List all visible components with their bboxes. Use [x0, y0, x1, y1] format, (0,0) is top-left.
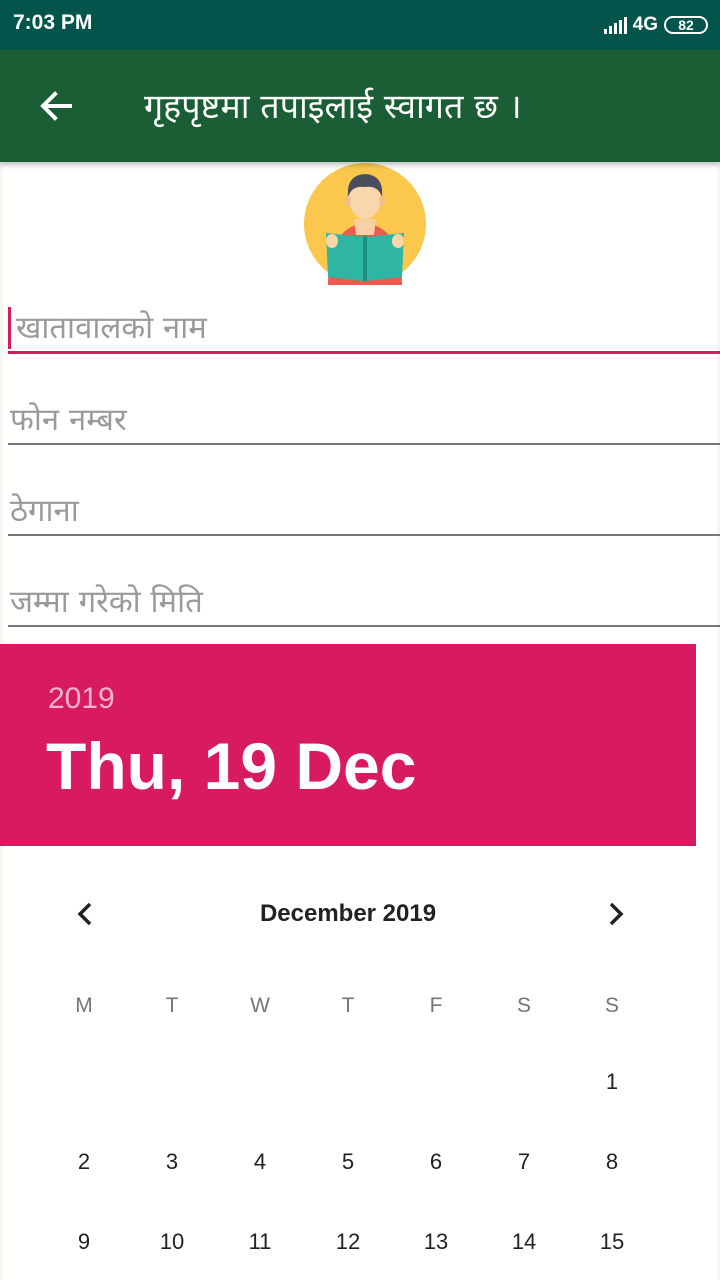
network-type: 4G	[632, 14, 658, 35]
weekday-label: M	[75, 994, 93, 1017]
calendar-day[interactable]: 13	[392, 1229, 480, 1255]
status-bar: 7:03 PM 4G 82	[0, 0, 720, 50]
year-label[interactable]: 2019	[48, 682, 115, 716]
battery-level: 82	[678, 17, 694, 33]
calendar-day[interactable]: 3	[128, 1149, 216, 1175]
calendar-day[interactable]: 2	[40, 1149, 128, 1175]
calendar-day[interactable]: 11	[216, 1229, 304, 1255]
chevron-right-icon	[609, 902, 624, 926]
status-time: 7:03 PM	[13, 11, 93, 34]
text-cursor	[8, 307, 11, 349]
address-input[interactable]	[8, 488, 720, 534]
content-area: 2019 Thu, 19 Dec December 2019 M T W T F…	[0, 162, 720, 1280]
calendar-day[interactable]: 10	[128, 1229, 216, 1255]
phone-number-field[interactable]	[8, 397, 720, 445]
phone-number-input[interactable]	[8, 397, 720, 443]
account-holder-name-input[interactable]	[8, 305, 720, 351]
weekday-label: T	[165, 994, 179, 1017]
form-card: 2019 Thu, 19 Dec December 2019 M T W T F…	[0, 162, 720, 1280]
arrow-back-icon	[40, 91, 72, 121]
calendar-day[interactable]: 7	[480, 1149, 568, 1175]
back-button[interactable]	[36, 86, 76, 126]
calendar-day[interactable]: 1	[568, 1069, 656, 1095]
selected-date-label: Thu, 19 Dec	[46, 729, 417, 803]
calendar-day[interactable]: 6	[392, 1149, 480, 1175]
weekday-label: T	[341, 994, 355, 1017]
status-icons: 4G 82	[603, 12, 708, 38]
calendar-day[interactable]: 15	[568, 1229, 656, 1255]
account-holder-name-field[interactable]	[8, 305, 720, 354]
month-label: December 2019	[259, 900, 437, 927]
calendar-day[interactable]: 14	[480, 1229, 568, 1255]
calendar-day[interactable]: 12	[304, 1229, 392, 1255]
weekday-label: S	[516, 994, 531, 1017]
calendar-day[interactable]: 5	[304, 1149, 392, 1175]
calendar-day[interactable]: 8	[568, 1149, 656, 1175]
weekday-label: F	[429, 994, 443, 1017]
deposit-date-field[interactable]	[8, 579, 720, 627]
calendar-day[interactable]: 9	[40, 1229, 128, 1255]
calendar-navigation: December 2019	[0, 882, 696, 946]
signal-icon	[603, 16, 627, 34]
address-field[interactable]	[8, 488, 720, 536]
weekday-label: W	[250, 994, 270, 1017]
next-month-button[interactable]	[595, 894, 635, 934]
page-title: गृहपृष्टमा तपाइलाई स्वागत छ ।	[144, 87, 522, 127]
weekday-label: S	[604, 994, 619, 1017]
deposit-date-input[interactable]	[8, 579, 720, 625]
battery-icon: 82	[664, 16, 708, 34]
calendar-day[interactable]: 4	[216, 1149, 304, 1175]
app-bar: गृहपृष्टमा तपाइलाई स्वागत छ ।	[0, 50, 720, 162]
reader-avatar-icon	[304, 163, 426, 285]
date-picker-header: 2019 Thu, 19 Dec	[0, 644, 696, 846]
